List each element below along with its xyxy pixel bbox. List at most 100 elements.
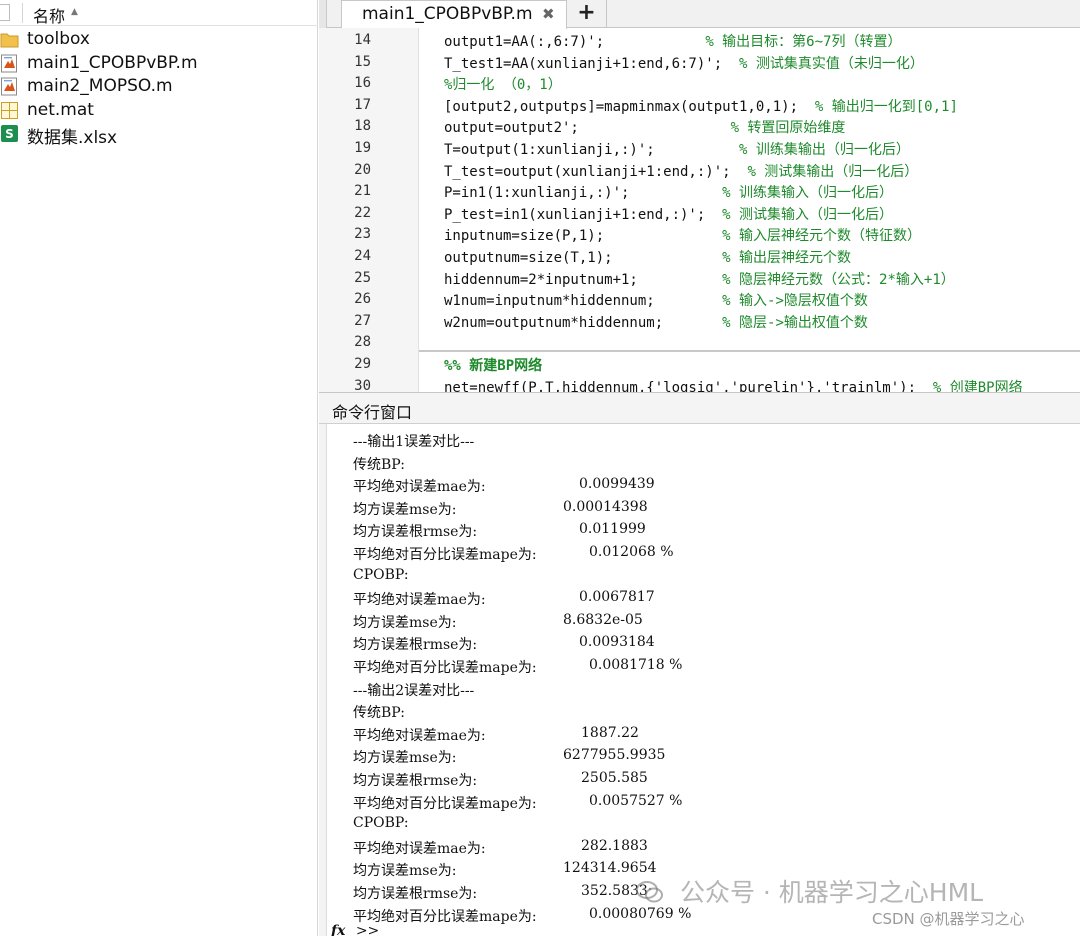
output-label: 传统BP: bbox=[353, 456, 405, 473]
code-text: w1num=inputnum*hiddennum; bbox=[444, 293, 655, 310]
code-comment: % 输出归一化到[0,1] bbox=[814, 98, 958, 115]
code-line[interactable]: w2num=outputnum*hiddennum; % 隐层->输出权值个数 bbox=[444, 312, 868, 332]
select-column-header[interactable] bbox=[0, 4, 10, 21]
code-line[interactable]: outputnum=size(T,1); % 输出层神经元个数 bbox=[444, 247, 851, 267]
command-prompt[interactable]: fx >> bbox=[331, 923, 379, 936]
code-line[interactable]: %% 新建BP网络 bbox=[444, 355, 542, 375]
code-line[interactable]: w1num=inputnum*hiddennum; % 输入->隐层权值个数 bbox=[444, 290, 868, 310]
code-text: P=in1(1:xunlianji,:)'; bbox=[444, 185, 630, 202]
output-value: 0.0081718 % bbox=[589, 657, 683, 673]
command-window-strip bbox=[319, 424, 327, 936]
code-line[interactable]: inputnum=size(P,1); % 输入层神经元个数（特征数） bbox=[444, 225, 921, 245]
file-item[interactable]: S 数据集.xlsx bbox=[0, 122, 318, 148]
close-tab-icon[interactable]: ✖ bbox=[542, 5, 555, 23]
tab-label: main1_CPOBPvBP.m bbox=[362, 4, 533, 24]
file-item-name: toolbox bbox=[27, 29, 90, 49]
prompt-symbol: >> bbox=[355, 923, 380, 936]
output-value: 0.0093184 bbox=[579, 634, 655, 651]
code-comment: % 隐层神经元数（公式：2*输入+1） bbox=[722, 271, 955, 288]
plus-icon: + bbox=[577, 0, 596, 25]
code-padding bbox=[663, 315, 722, 331]
code-padding bbox=[604, 34, 705, 50]
line-number: 18 bbox=[354, 118, 371, 135]
output-label: 平均绝对百分比误差mape为: bbox=[353, 795, 537, 812]
watermark-text: 公众号 · 机器学习之心HML bbox=[679, 878, 984, 907]
line-number: 22 bbox=[354, 204, 371, 221]
output-value: 0.0067817 bbox=[579, 589, 655, 606]
file-item[interactable]: main1_CPOBPvBP.m bbox=[0, 52, 318, 75]
code-line[interactable]: P_test=in1(xunlianji+1:end,:)'; % 测试集输入（… bbox=[444, 204, 893, 224]
output-label: 平均绝对误差mae为: bbox=[353, 727, 486, 744]
line-number-gutter: 14 15 16 17 18 19 20 21 22 23 24 25 26 27 28 29 30 bbox=[319, 28, 419, 392]
output-label: CPOBP: bbox=[353, 566, 409, 583]
file-item[interactable]: main2_MOPSO.m bbox=[0, 75, 318, 98]
code-padding bbox=[579, 120, 731, 136]
code-text: T_test=output(xunlianji+1:end,:)'; bbox=[444, 163, 731, 180]
code-line[interactable]: net=newff(P,T,hiddennum,{'logsig','purel… bbox=[444, 377, 1023, 392]
matlab-script-icon bbox=[0, 54, 19, 73]
section-divider bbox=[419, 350, 1080, 352]
code-line[interactable]: hiddennum=2*inputnum+1; % 隐层神经元数（公式：2*输入… bbox=[444, 269, 955, 289]
function-browser-icon[interactable]: fx bbox=[331, 923, 345, 936]
line-number: 15 bbox=[354, 53, 371, 70]
command-window[interactable]: 命令行窗口 ---输出1误差对比--- 传统BP: 平均绝对误差mae为: 0.009… bbox=[319, 392, 1080, 936]
code-padding bbox=[916, 380, 933, 392]
code-editor: main1_CPOBPvBP.m ✖ + 14 15 16 17 18 19 20 21 22 2… bbox=[319, 0, 1080, 392]
code-line[interactable]: P=in1(1:xunlianji,:)'; % 训练集输入（归一化后） bbox=[444, 182, 893, 202]
svg-text:S: S bbox=[5, 127, 14, 141]
output-label: CPOBP: bbox=[353, 815, 409, 832]
code-padding bbox=[655, 293, 722, 309]
code-comment: % 输出层神经元个数 bbox=[722, 250, 852, 266]
code-line[interactable]: %归一化 （0，1） bbox=[444, 74, 562, 94]
file-item-name: 数据集.xlsx bbox=[27, 128, 118, 148]
output-label: 平均绝对误差mae为: bbox=[353, 840, 486, 857]
line-number: 20 bbox=[354, 161, 371, 178]
line-number: 14 bbox=[354, 32, 371, 48]
code-text: output1=AA(:,6:7)'; bbox=[444, 34, 605, 50]
csdn-watermark: CSDN @机器学习之心 bbox=[872, 910, 1025, 928]
code-padding bbox=[798, 99, 815, 115]
code-area[interactable]: output1=AA(:,6:7)'; % 输出目标：第6~7列（转置） T_te… bbox=[419, 28, 1080, 392]
code-line[interactable]: T=output(1:xunlianji,:)'; % 训练集输出（归一化后） bbox=[444, 139, 910, 159]
code-comment: % 训练集输入（归一化后） bbox=[722, 185, 894, 202]
line-number: 29 bbox=[354, 356, 371, 372]
code-padding bbox=[655, 142, 739, 158]
code-comment: % 测试集输入（归一化后） bbox=[722, 206, 894, 223]
output-label: 均方误差根rmse为: bbox=[353, 524, 478, 541]
new-tab-button[interactable]: + bbox=[567, 0, 607, 28]
output-value: 8.6832e-05 bbox=[563, 611, 643, 628]
output-value: 1887.22 bbox=[581, 724, 639, 741]
editor-tab-bar: main1_CPOBPvBP.m ✖ + bbox=[319, 0, 1080, 29]
output-label: 平均绝对误差mae为: bbox=[353, 479, 486, 496]
file-item[interactable]: net.mat bbox=[0, 99, 318, 122]
code-padding bbox=[629, 185, 722, 201]
sort-ascending-icon[interactable]: ▲ bbox=[71, 7, 78, 17]
output-label: 均方误差mse为: bbox=[353, 863, 457, 880]
command-window-title: 命令行窗口 bbox=[332, 403, 413, 422]
code-padding bbox=[604, 228, 722, 244]
code-padding bbox=[722, 56, 739, 72]
code-text: w2num=outputnum*hiddennum; bbox=[444, 314, 664, 331]
name-column-header[interactable]: 名称 bbox=[33, 3, 65, 27]
code-comment: % 输入->隐层权值个数 bbox=[722, 293, 868, 310]
code-comment: % 输出目标：第6~7列（转置） bbox=[705, 34, 902, 50]
code-comment: % 转置回原始维度 bbox=[730, 120, 846, 137]
output-label: 均方误差根rmse为: bbox=[353, 773, 478, 789]
excel-file-icon: S bbox=[0, 124, 19, 143]
output-value: 0.0099439 bbox=[579, 476, 655, 493]
line-number: 27 bbox=[354, 312, 371, 329]
output-value: 0.0057527 % bbox=[589, 792, 683, 809]
code-comment: % 隐层->输出权值个数 bbox=[722, 314, 868, 331]
code-line[interactable]: output1=AA(:,6:7)'; % 输出目标：第6~7列（转置） bbox=[444, 31, 901, 51]
output-label: 平均绝对百分比误差mape为: bbox=[353, 660, 537, 676]
output-label: ---输出2误差对比--- bbox=[353, 682, 475, 699]
code-line[interactable]: output=output2'; % 转置回原始维度 bbox=[444, 117, 845, 137]
file-item[interactable]: toolbox bbox=[0, 28, 318, 51]
code-line[interactable]: T_test1=AA(xunlianji+1:end,6:7)'; % 测试集真… bbox=[444, 53, 924, 73]
output-value: 0.00014398 bbox=[563, 498, 648, 515]
folder-icon bbox=[0, 30, 19, 49]
code-text: net=newff(P,T,hiddennum,{'logsig','purel… bbox=[444, 379, 917, 392]
code-line[interactable]: T_test=output(xunlianji+1:end,:)'; % 测试集… bbox=[444, 161, 918, 181]
tab-main1-cpobpvbp[interactable]: main1_CPOBPvBP.m ✖ bbox=[341, 0, 567, 29]
code-line[interactable]: [output2,outputps]=mapminmax(output1,0,1… bbox=[444, 96, 958, 116]
